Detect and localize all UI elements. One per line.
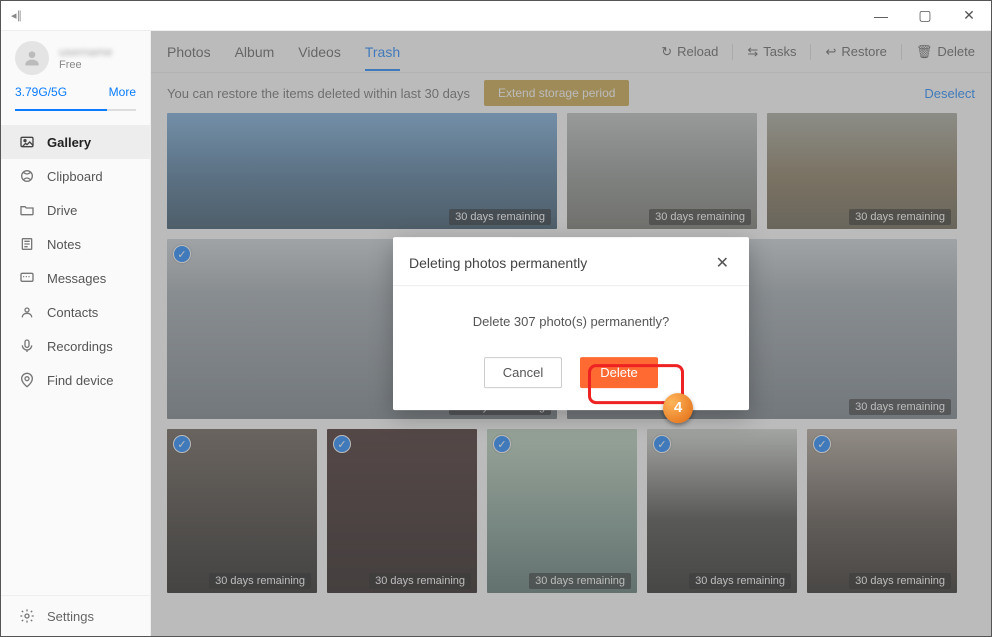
sidebar-item-notes[interactable]: Notes [1,227,150,261]
avatar [15,41,49,75]
modal-cancel-button[interactable]: Cancel [484,357,562,388]
location-icon [19,372,35,388]
profile-name: username [59,45,112,59]
modal-close-button[interactable]: ✕ [712,251,733,275]
sidebar-item-label: Notes [47,237,81,252]
sidebar: username Free 3.79G/5G More Gallery Clip… [1,31,151,636]
sidebar-item-label: Find device [47,373,113,388]
tutorial-step-badge: 4 [663,393,693,423]
storage-more[interactable]: More [109,85,136,99]
profile-plan: Free [59,59,112,71]
delete-confirm-modal: Deleting photos permanently ✕ Delete 307… [393,237,749,410]
maximize-button[interactable]: ▢ [903,1,947,31]
sidebar-item-label: Drive [47,203,77,218]
sidebar-item-drive[interactable]: Drive [1,193,150,227]
sidebar-item-gallery[interactable]: Gallery [1,125,150,159]
sidebar-settings[interactable]: Settings [1,595,150,636]
storage-bar [15,109,136,111]
sidebar-item-clipboard[interactable]: Clipboard [1,159,150,193]
clipboard-icon [19,168,35,184]
sidebar-item-messages[interactable]: Messages [1,261,150,295]
contacts-icon [19,304,35,320]
sidebar-item-recordings[interactable]: Recordings [1,329,150,363]
sidebar-item-label: Gallery [47,135,91,150]
minimize-button[interactable]: — [859,1,903,31]
sound-icon: ◂∥ [11,9,22,22]
nav: Gallery Clipboard Drive Notes Messages C… [1,119,150,403]
modal-delete-button[interactable]: Delete [580,357,658,388]
sidebar-item-label: Clipboard [47,169,103,184]
settings-label: Settings [47,609,94,624]
main: Photos Album Videos Trash ↻Reload ⇆Tasks… [151,31,991,636]
storage-used: 3.79G/5G [15,85,67,99]
messages-icon [19,270,35,286]
mic-icon [19,338,35,354]
modal-body: Delete 307 photo(s) permanently? [393,286,749,339]
titlebar-left: ◂∥ [11,9,22,22]
sidebar-item-label: Recordings [47,339,113,354]
profile[interactable]: username Free [1,31,150,81]
storage-row: 3.79G/5G More [1,81,150,109]
titlebar: ◂∥ — ▢ ✕ [1,1,991,31]
folder-icon [19,202,35,218]
sidebar-item-label: Messages [47,271,106,286]
image-icon [19,134,35,150]
sidebar-item-label: Contacts [47,305,98,320]
modal-backdrop: Deleting photos permanently ✕ Delete 307… [151,31,991,636]
sidebar-item-find-device[interactable]: Find device [1,363,150,397]
notes-icon [19,236,35,252]
sidebar-item-contacts[interactable]: Contacts [1,295,150,329]
gear-icon [19,608,35,624]
close-button[interactable]: ✕ [947,1,991,31]
window-controls: — ▢ ✕ [859,1,991,31]
modal-title: Deleting photos permanently [409,255,587,271]
